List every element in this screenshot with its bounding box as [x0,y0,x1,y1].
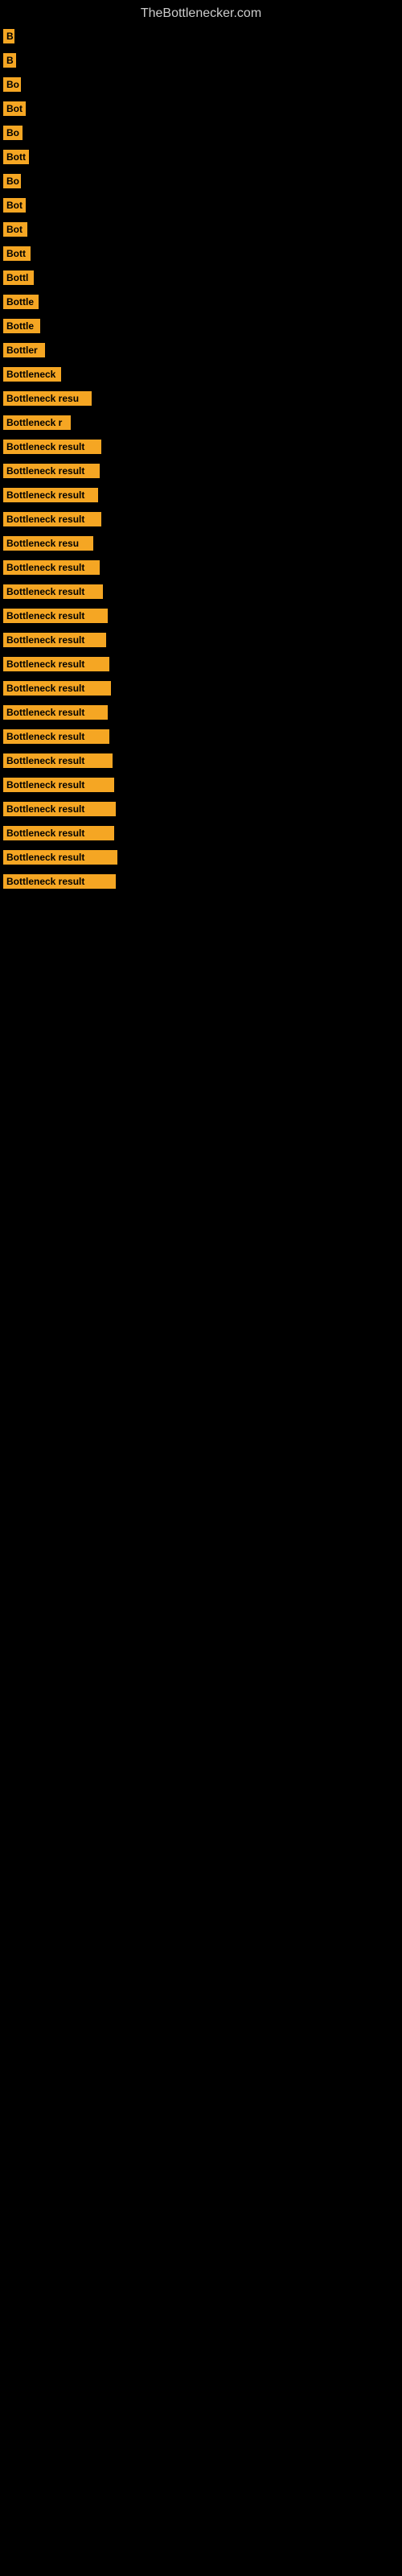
bar-row: Bo [0,121,402,145]
bar-label: Bott [3,150,29,164]
bar-row: Bottleneck r [0,411,402,435]
bar-label: Bottleneck result [3,753,113,768]
bars-container: BB Bo Bot Bo Bott Bo Bot Bot Bott Bottl Bottle Bott… [0,24,402,894]
bar-row: Bottleneck result [0,435,402,459]
bar-label: Bot [3,198,26,213]
bar-row: Bot [0,193,402,217]
bar-row: Bottleneck result [0,483,402,507]
bar-row: Bottleneck result [0,604,402,628]
bar-label: Bottleneck result [3,584,103,599]
bar-row: Bottleneck result [0,580,402,604]
bar-row: Bottleneck result [0,459,402,483]
bar-label: Bott [3,246,31,261]
bar-row: Bottle [0,314,402,338]
bar-label: Bottler [3,343,45,357]
bar-label: Bo [3,126,23,140]
bar-label: Bottl [3,270,34,285]
bar-row: Bottleneck result [0,797,402,821]
bar-label: Bot [3,222,27,237]
bar-row: Bottleneck result [0,724,402,749]
bar-label: Bottleneck result [3,802,116,816]
bar-label: Bo [3,77,21,92]
bar-row: Bottleneck resu [0,386,402,411]
bar-row: Bottle [0,290,402,314]
bar-row: Bottleneck result [0,773,402,797]
bar-row: Bot [0,217,402,242]
bar-row: Bottleneck result [0,676,402,700]
bar-row: Bottleneck resu [0,531,402,555]
bar-row: Bottleneck result [0,507,402,531]
bar-label: Bottleneck result [3,609,108,623]
bar-label: Bottleneck result [3,488,98,502]
bar-label: Bottleneck r [3,415,71,430]
bar-row: B [0,48,402,72]
bar-row: Bo [0,169,402,193]
bar-label: Bottleneck result [3,560,100,575]
bar-label: Bottleneck result [3,440,101,454]
bar-row: Bottleneck result [0,821,402,845]
bar-label: Bottleneck result [3,633,106,647]
bar-row: Bott [0,145,402,169]
bar-row: Bot [0,97,402,121]
bar-label: Bot [3,101,26,116]
bar-label: Bottleneck result [3,512,101,526]
bar-label: Bottleneck result [3,681,111,696]
site-title: TheBottlenecker.com [0,0,402,24]
bar-label: Bottleneck result [3,874,116,889]
bar-row: Bottleneck result [0,652,402,676]
bar-label: Bottle [3,319,40,333]
bar-row: Bott [0,242,402,266]
bar-label: Bottleneck result [3,705,108,720]
bar-label: B [3,53,16,68]
bar-label: Bottleneck result [3,826,114,840]
bar-row: B [0,24,402,48]
bar-row: Bottleneck result [0,845,402,869]
bar-label: Bottleneck result [3,464,100,478]
bar-label: Bottleneck result [3,729,109,744]
bar-row: Bottl [0,266,402,290]
bar-row: Bo [0,72,402,97]
bar-label: Bottleneck result [3,657,109,671]
bar-label: Bottleneck resu [3,391,92,406]
bar-label: Bottleneck result [3,778,114,792]
bar-row: Bottler [0,338,402,362]
bar-label: Bottleneck resu [3,536,93,551]
bar-row: Bottleneck result [0,555,402,580]
bar-label: Bottleneck [3,367,61,382]
bar-label: Bottle [3,295,39,309]
bar-label: B [3,29,14,43]
bar-row: Bottleneck result [0,700,402,724]
bar-row: Bottleneck result [0,628,402,652]
bar-label: Bottleneck result [3,850,117,865]
bar-row: Bottleneck result [0,869,402,894]
bar-label: Bo [3,174,21,188]
bar-row: Bottleneck result [0,749,402,773]
bar-row: Bottleneck [0,362,402,386]
